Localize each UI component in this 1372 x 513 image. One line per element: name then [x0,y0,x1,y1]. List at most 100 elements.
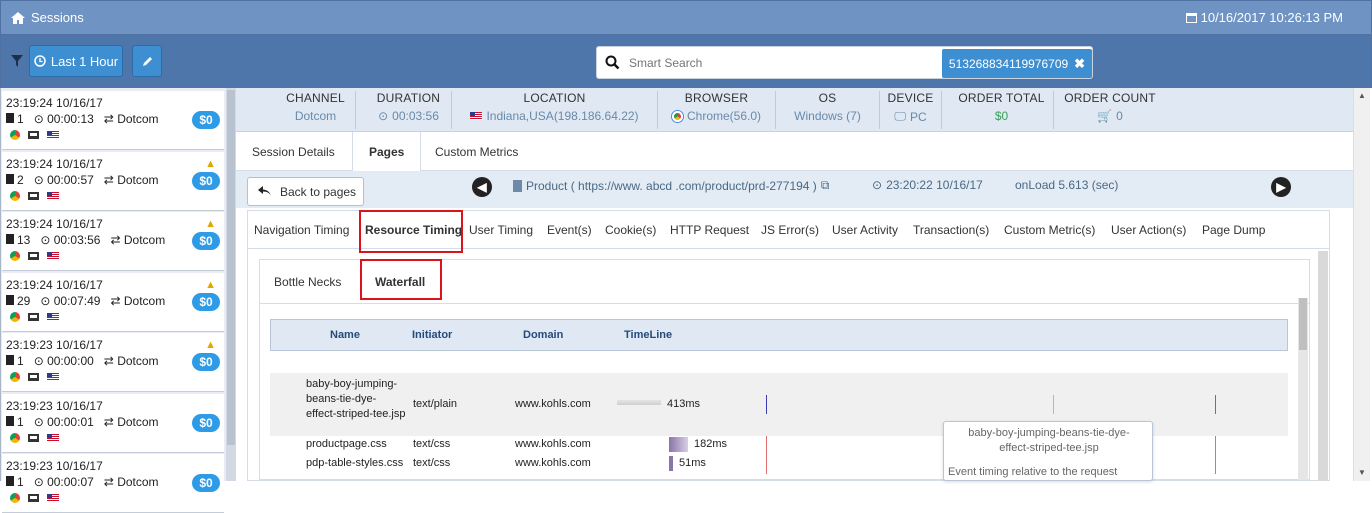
edit-button[interactable] [132,45,162,77]
pencil-icon [142,56,152,66]
session-list-item[interactable]: 23:19:23 10/16/17 1 ⊙ 00:00:01 ⇄ Dotcom $0 [2,393,224,453]
subtab-event-s[interactable]: Event(s) [547,211,592,249]
subtab-page-dump[interactable]: Page Dump [1202,211,1265,249]
monitor-icon: 🖵 [894,109,906,123]
search-input[interactable] [629,53,929,73]
page-navigation-bar: Back to pages ◀ Product ( https://www. a… [236,171,1353,208]
waterfall-scrollbar[interactable] [1298,298,1308,480]
session-duration: ⊙ 00:00:57 [33,172,94,187]
session-list-item[interactable]: 23:19:24 10/16/17 29 ⊙ 00:07:49 ⇄ Dotcom $0 ▲ [2,272,224,332]
app-title-text: Sessions [31,10,84,25]
clock-icon [34,55,46,67]
session-icons [10,493,59,503]
previous-page-button[interactable]: ◀ [472,177,492,197]
session-meta: 1 ⊙ 00:00:13 ⇄ Dotcom [6,112,159,126]
timeline-marker [1053,395,1054,414]
page-time: ⊙ 23:20:22 10/16/17 [872,178,983,192]
copy-icon[interactable]: ⧉ [821,178,830,193]
session-channel: ⇄ Dotcom [103,414,159,429]
info-os: OS Windows (7) [776,91,880,129]
filter-icon[interactable] [11,55,23,67]
header-domain[interactable]: Domain [523,329,563,341]
session-duration: ⊙ 00:03:56 [40,233,101,247]
info-browser: BROWSER Chrome(56.0) [658,91,776,129]
info-order-total: ORDER TOTAL $0 [950,91,1054,129]
header-name[interactable]: Name [330,329,360,341]
file-icon [513,179,522,192]
home-icon [11,11,25,24]
tab-session-details[interactable]: Session Details [236,132,351,171]
app-title: Sessions [11,10,84,25]
session-list-item[interactable]: 23:19:24 10/16/17 13 ⊙ 00:03:56 ⇄ Dotcom $0 ▲ [2,212,224,271]
subtab-custom-metric-s[interactable]: Custom Metric(s) [1004,211,1095,249]
session-meta: 1 ⊙ 00:00:07 ⇄ Dotcom [6,475,159,489]
info-order-count: ORDER COUNT 🛒 0 [1064,91,1156,123]
tab-bottle-necks[interactable]: Bottle Necks [274,262,341,302]
resource-duration: 182ms [694,438,728,450]
highlight-box [359,210,463,253]
tab-custom-metrics[interactable]: Custom Metrics [419,132,534,171]
page-count: 1 [6,415,24,429]
session-list-item[interactable]: 23:19:23 10/16/17 1 ⊙ 00:00:00 ⇄ Dotcom $0 ▲ [2,333,224,392]
calendar-icon [1185,13,1197,23]
session-list-item[interactable]: 23:19:23 10/16/17 1 ⊙ 00:00:07 ⇄ Dotcom $0 [2,454,224,513]
subtab-user-action-s[interactable]: User Action(s) [1111,211,1186,249]
file-icon [6,355,14,365]
waterfall-header: Name Initiator Domain TimeLine [270,319,1288,351]
warning-icon: ▲ [205,218,216,230]
subtab-transaction-s[interactable]: Transaction(s) [913,211,989,249]
subtab-navigation-timing[interactable]: Navigation Timing [254,211,349,249]
us-flag-icon [47,312,59,321]
next-page-button[interactable]: ▶ [1271,177,1291,197]
smart-search[interactable]: 513268834119976709 ✖ [596,46,1093,79]
search-tag[interactable]: 513268834119976709 ✖ [942,49,1092,78]
chrome-icon [10,251,20,261]
header-timeline[interactable]: TimeLine [624,329,672,341]
timeline-bar [669,437,688,452]
us-flag-icon [47,373,59,381]
order-amount-badge: $0 [192,413,220,432]
tab-pages[interactable]: Pages [352,132,422,172]
us-flag-icon [470,112,483,120]
order-amount-badge: $0 [192,474,220,492]
chrome-icon [10,432,20,443]
subtab-js-error-s[interactable]: JS Error(s) [761,211,819,249]
resource-domain: www.kohls.com [515,438,591,450]
scroll-up-icon[interactable]: ▲ [1358,91,1366,100]
file-icon [6,234,14,244]
order-amount-badge: $0 [192,292,220,311]
session-channel: ⇄ Dotcom [103,354,159,368]
subtab-user-activity[interactable]: User Activity [832,211,898,249]
scroll-down-icon[interactable]: ▼ [1358,468,1366,477]
time-filter-button[interactable]: Last 1 Hour [29,45,123,77]
subtab-cookie-s[interactable]: Cookie(s) [605,211,656,249]
session-list-item[interactable]: 23:19:24 10/16/17 2 ⊙ 00:00:57 ⇄ Dotcom $0 ▲ [2,151,224,211]
order-amount-badge: $0 [192,171,220,190]
search-tag-label: 513268834119976709 [948,56,1069,71]
session-duration: ⊙ 00:00:07 [33,475,94,489]
us-flag-icon [47,494,59,502]
subtab-http-request[interactable]: HTTP Request [670,211,749,249]
session-duration: ⊙ 00:00:01 [33,414,94,429]
us-flag-icon [47,131,59,139]
chrome-icon [10,493,20,503]
page-count: 2 [6,173,24,187]
chrome-icon [10,130,20,140]
session-list-scrollbar[interactable] [226,88,236,481]
us-flag-icon [47,191,59,200]
order-amount-badge: $0 [192,353,220,371]
chrome-icon [10,190,20,201]
session-channel: ⇄ Dotcom [110,293,166,308]
session-time: 23:19:24 10/16/17 [6,96,103,110]
timeline-bar [669,456,673,471]
subtab-user-timing[interactable]: User Timing [469,211,533,249]
page-scrollbar[interactable]: ▲ ▼ [1353,88,1370,481]
monitor-icon [28,131,39,139]
cart-icon: 🛒 [1097,109,1113,123]
back-to-pages-button[interactable]: Back to pages [247,177,364,206]
content-scrollbar[interactable] [1318,251,1328,481]
clock-icon: ⊙ [378,109,389,123]
header-initiator[interactable]: Initiator [412,329,452,341]
close-icon[interactable]: ✖ [1074,56,1085,72]
session-list-item[interactable]: 23:19:24 10/16/17 1 ⊙ 00:00:13 ⇄ Dotcom $0 [2,91,224,150]
